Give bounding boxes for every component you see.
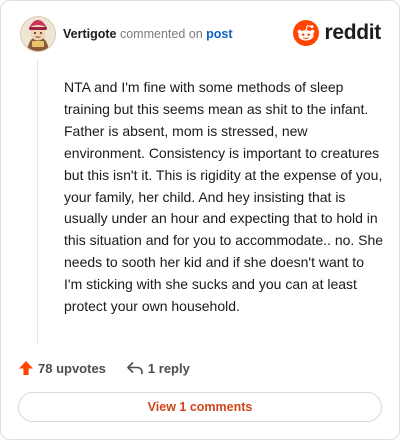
author-name[interactable]: Vertigote bbox=[63, 27, 117, 41]
reply-button[interactable]: 1 reply bbox=[126, 361, 190, 376]
comment-card: Vertigote commented on post reddit NTA a… bbox=[0, 0, 400, 440]
reply-arrow-icon bbox=[126, 361, 144, 375]
reddit-logo-icon bbox=[293, 20, 320, 46]
thread-line[interactable] bbox=[37, 59, 38, 344]
reddit-brand[interactable]: reddit bbox=[293, 19, 381, 47]
post-link[interactable]: post bbox=[206, 27, 232, 41]
comment-body: NTA and I'm fine with some methods of sl… bbox=[64, 79, 384, 315]
upvote-button[interactable]: 78 upvotes bbox=[18, 360, 106, 376]
user-avatar[interactable] bbox=[20, 16, 56, 52]
comment-byline: Vertigote commented on post bbox=[63, 27, 233, 42]
upvote-count: 78 upvotes bbox=[38, 360, 106, 376]
comment-actions: 78 upvotes 1 reply bbox=[18, 357, 190, 379]
upvote-arrow-icon bbox=[18, 360, 34, 376]
comment-header: Vertigote commented on post reddit bbox=[20, 16, 381, 52]
reddit-wordmark: reddit bbox=[324, 21, 381, 44]
avatar-image bbox=[21, 17, 55, 51]
reply-count: 1 reply bbox=[147, 360, 190, 376]
view-comments-button[interactable]: View 1 comments bbox=[18, 392, 382, 422]
action-text: commented on bbox=[119, 27, 203, 41]
